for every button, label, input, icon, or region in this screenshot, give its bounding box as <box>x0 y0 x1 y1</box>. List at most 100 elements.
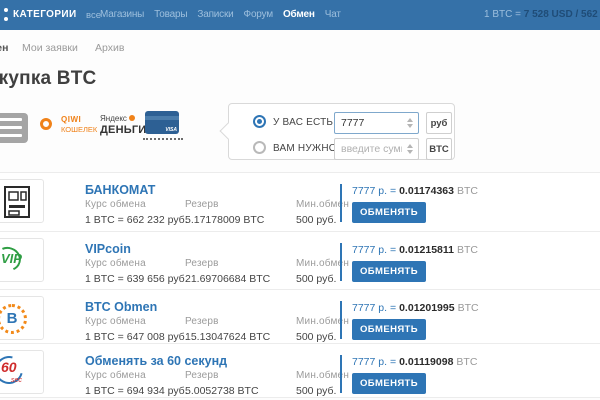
stepper-arrows-icon[interactable] <box>405 142 415 156</box>
accent-divider <box>340 301 342 339</box>
amount-given: 7777 р. = <box>352 185 396 197</box>
offer-row: B BTC Obmen Курс обмена 1 BTC = 647 008 … <box>0 289 600 343</box>
yandex-money-logo[interactable]: Яндекс ДЕНЬГИ <box>100 114 146 136</box>
rate-column: Курс обмена 1 BTC = 639 656 руб. <box>85 258 188 285</box>
bank-card-icon[interactable]: VISA <box>145 111 179 134</box>
reserve-value: 21.69706684 BTC <box>185 273 270 285</box>
nav-item-goods[interactable]: Товары <box>154 9 187 20</box>
nav-item-notes[interactable]: Записки <box>197 9 233 20</box>
amount-received: 0.01174363 <box>399 185 454 197</box>
you-need-label: ВАМ НУЖНО <box>273 143 337 154</box>
exchanger-name-link[interactable]: VIPcoin <box>85 242 131 256</box>
60-label: 60 <box>1 359 17 375</box>
ticker-prefix: 1 BTC = <box>484 9 524 20</box>
bitcoin-icon[interactable]: B <box>0 296 44 340</box>
rate-value: 1 BTC = 647 008 руб. <box>85 331 188 343</box>
reserve-value: 5.0052738 BTC <box>185 385 259 397</box>
accent-divider <box>340 355 342 393</box>
yandex-label: Яндекс <box>100 114 146 123</box>
offer-row: VIP VIPcoin Курс обмена 1 BTC = 639 656 … <box>0 231 600 289</box>
reserve-label: Резерв <box>185 370 259 381</box>
rate-label: Курс обмена <box>85 370 188 381</box>
top-navigation-bar: КАТЕГОРИИ все Магазины Товары Записки Фо… <box>0 0 600 30</box>
amount-unit: BTC <box>456 356 477 368</box>
panel-arrow <box>220 123 237 140</box>
reserve-column: Резерв 5.17178009 BTC <box>185 199 264 226</box>
menu-grid-icon[interactable] <box>4 8 10 22</box>
ticker-value: 7 528 USD / 562 897 RU <box>524 9 600 20</box>
amount-filter-panel: У ВАС ЕСТЬ руб ВАМ НУЖНО BTC <box>228 103 455 160</box>
nav-item-chat[interactable]: Чат <box>325 9 341 20</box>
amount-given: 7777 р. = <box>352 356 396 368</box>
exchange-button[interactable]: ОБМЕНЯТЬ <box>352 261 426 282</box>
reserve-label: Резерв <box>185 199 264 210</box>
page-title: Покупка BTC <box>0 68 96 90</box>
amount-given: 7777 р. = <box>352 244 396 256</box>
reserve-value: 5.17178009 BTC <box>185 214 264 226</box>
rate-label: Курс обмена <box>85 199 188 210</box>
nav-item-forum[interactable]: Форум <box>244 9 273 20</box>
currency-rub-selector[interactable]: руб <box>426 112 452 134</box>
conversion-result: 7777 р. =0.01201995 BTC <box>352 302 479 314</box>
reserve-label: Резерв <box>185 316 270 327</box>
bitcoin-b-label: B <box>0 304 27 334</box>
radio-you-have[interactable] <box>253 115 266 128</box>
nav-item-shops[interactable]: Магазины <box>100 9 144 20</box>
amount-received: 0.01201995 <box>399 302 454 314</box>
exchange-button[interactable]: ОБМЕНЯТЬ <box>352 373 426 394</box>
conversion-result: 7777 р. =0.01215811BTC <box>352 244 478 256</box>
accent-divider <box>340 184 342 222</box>
rate-value: 1 BTC = 694 934 руб. <box>85 385 188 397</box>
visa-label: VISA <box>165 127 177 133</box>
list-bottom-divider <box>0 397 600 398</box>
amount-given: 7777 р. = <box>352 302 396 314</box>
rate-value: 1 BTC = 662 232 руб. <box>85 214 188 226</box>
you-have-label: У ВАС ЕСТЬ <box>273 117 333 128</box>
vip-icon[interactable]: VIP <box>0 238 44 282</box>
rate-label: Курс обмена <box>85 258 188 269</box>
exchanger-name-link[interactable]: BTC Obmen <box>85 300 157 314</box>
atm-icon[interactable] <box>0 179 44 223</box>
top-nav-items: Магазины Товары Записки Форум Обмен Чат <box>100 9 341 20</box>
categories-all-link[interactable]: все <box>86 10 101 21</box>
conversion-result: 7777 р. =0.01174363BTC <box>352 185 478 197</box>
sim-card-icon[interactable] <box>0 113 28 143</box>
qiwi-sublabel: КОШЕЛЕК <box>61 125 97 134</box>
offer-row: БАНКОМАТ Курс обмена 1 BTC = 662 232 руб… <box>0 172 600 231</box>
subnav-tab-exchange[interactable]: Обмен <box>0 42 8 54</box>
reserve-column: Резерв 15.13047624 BTC <box>185 316 270 343</box>
exchanger-name-link[interactable]: БАНКОМАТ <box>85 183 155 197</box>
qiwi-icon <box>40 118 52 130</box>
reserve-value: 15.13047624 BTC <box>185 331 270 343</box>
nav-item-exchange[interactable]: Обмен <box>283 9 315 20</box>
amount-received: 0.01119098 <box>399 356 453 368</box>
amount-unit: BTC <box>457 185 478 197</box>
exchange-button[interactable]: ОБМЕНЯТЬ <box>352 202 426 223</box>
btc-rate-ticker: 1 BTC = 7 528 USD / 562 897 RU <box>484 9 600 20</box>
accent-divider <box>340 243 342 281</box>
rate-value: 1 BTC = 639 656 руб. <box>85 273 188 285</box>
reserve-column: Резерв 21.69706684 BTC <box>185 258 270 285</box>
sec-label: sec <box>11 377 22 384</box>
yandex-money-label: ДЕНЬГИ <box>100 124 146 136</box>
60sec-icon[interactable]: 60 sec <box>0 350 44 394</box>
subnav-tab-archive[interactable]: Архив <box>95 42 124 54</box>
currency-btc-selector[interactable]: BTC <box>426 138 452 160</box>
radio-you-need[interactable] <box>253 141 266 154</box>
exchange-button[interactable]: ОБМЕНЯТЬ <box>352 319 426 340</box>
qiwi-label: QIWI <box>61 115 81 124</box>
subnav-tab-my-orders[interactable]: Мои заявки <box>22 42 78 54</box>
card-dashed-underline <box>143 138 183 140</box>
yandex-coin-icon <box>129 115 135 121</box>
categories-button[interactable]: КАТЕГОРИИ <box>13 9 77 20</box>
reserve-column: Резерв 5.0052738 BTC <box>185 370 259 397</box>
offer-row: 60 sec Обменять за 60 секунд Курс обмена… <box>0 343 600 397</box>
reserve-label: Резерв <box>185 258 270 269</box>
amount-unit: BTC <box>457 244 478 256</box>
stepper-arrows-icon[interactable] <box>405 116 415 130</box>
conversion-result: 7777 р. =0.01119098BTC <box>352 356 477 368</box>
amount-received: 0.01215811 <box>399 244 454 256</box>
rate-column: Курс обмена 1 BTC = 694 934 руб. <box>85 370 188 397</box>
exchanger-name-link[interactable]: Обменять за 60 секунд <box>85 354 227 368</box>
amount-unit: BTC <box>458 302 479 314</box>
